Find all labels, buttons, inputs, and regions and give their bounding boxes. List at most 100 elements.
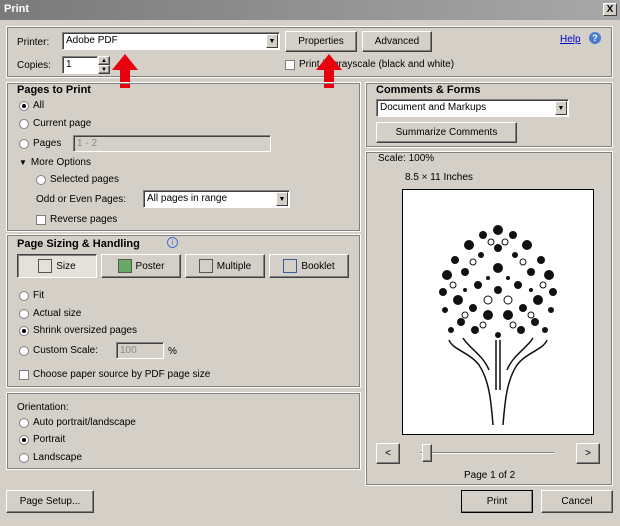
advanced-button[interactable]: Advanced xyxy=(362,31,432,52)
custom-scale-input[interactable]: 100 xyxy=(116,342,164,359)
chevron-down-icon[interactable]: ▼ xyxy=(555,101,567,115)
booklet-label: Booklet xyxy=(301,260,335,272)
selected-pages-option[interactable]: Selected pages xyxy=(36,174,119,185)
chevron-down-icon[interactable]: ▼ xyxy=(266,34,278,48)
paper-size-label: 8.5 × 11 Inches xyxy=(405,172,473,183)
all-radio[interactable] xyxy=(19,100,29,111)
poster-label: Poster xyxy=(135,260,165,272)
size-button[interactable]: Size xyxy=(17,254,97,278)
poster-button[interactable]: Poster xyxy=(101,254,181,278)
paper-source-label: Choose paper source by PDF page size xyxy=(33,369,211,380)
auto-label: Auto portrait/landscape xyxy=(33,417,136,428)
fit-radio[interactable] xyxy=(19,290,29,301)
more-options-toggle[interactable]: ▼ More Options xyxy=(19,157,91,168)
pages-all-option[interactable]: All xyxy=(19,100,44,111)
copies-label: Copies: xyxy=(17,60,51,71)
reverse-label: Reverse pages xyxy=(50,214,118,225)
page-slider-thumb[interactable] xyxy=(422,444,432,462)
copies-input[interactable]: 1 xyxy=(62,56,98,74)
chevron-down-icon[interactable]: ▼ xyxy=(276,192,288,206)
current-label: Current page xyxy=(33,118,92,129)
reverse-checkbox[interactable] xyxy=(36,214,46,225)
custom-radio[interactable] xyxy=(19,345,29,356)
selected-label: Selected pages xyxy=(50,174,119,185)
auto-radio[interactable] xyxy=(19,417,29,428)
scale-label: Scale: 100% xyxy=(378,153,435,164)
printer-select[interactable]: Adobe PDF ▼ xyxy=(62,32,280,50)
help-link[interactable]: Help xyxy=(560,34,581,45)
size-icon xyxy=(38,259,53,273)
paper-source-option[interactable]: Choose paper source by PDF page size xyxy=(19,369,210,380)
actual-radio[interactable] xyxy=(19,308,29,319)
shrink-option[interactable]: Shrink oversized pages xyxy=(19,325,137,336)
size-label: Size xyxy=(56,260,76,272)
custom-label: Custom Scale: xyxy=(33,345,99,356)
prev-page-button[interactable]: < xyxy=(376,443,400,464)
portrait-radio[interactable] xyxy=(19,434,29,445)
odd-even-label: Odd or Even Pages: xyxy=(36,194,127,205)
portrait-option[interactable]: Portrait xyxy=(19,434,65,445)
custom-scale-value: 100 xyxy=(120,345,137,356)
multiple-icon xyxy=(198,259,213,273)
copies-down-icon[interactable]: ▼ xyxy=(98,65,110,74)
actual-size-option[interactable]: Actual size xyxy=(19,308,81,319)
page-preview xyxy=(402,189,594,435)
sizing-title: Page Sizing & Handling xyxy=(17,238,140,250)
pages-range-option[interactable]: Pages xyxy=(19,138,61,149)
pages-label: Pages xyxy=(33,138,62,149)
multiple-button[interactable]: Multiple xyxy=(185,254,265,278)
page-indicator: Page 1 of 2 xyxy=(464,470,516,481)
close-button[interactable]: X xyxy=(603,3,617,16)
current-radio[interactable] xyxy=(19,118,29,129)
actual-label: Actual size xyxy=(33,308,82,319)
grayscale-checkbox[interactable] xyxy=(285,59,295,70)
pages-range-input[interactable]: 1 - 2 xyxy=(73,135,271,152)
cancel-button[interactable]: Cancel xyxy=(541,490,613,513)
page-setup-button[interactable]: Page Setup... xyxy=(6,490,94,513)
booklet-button[interactable]: Booklet xyxy=(269,254,349,278)
comments-value: Document and Markups xyxy=(380,102,487,113)
more-options-label: More Options xyxy=(30,157,91,168)
poster-icon xyxy=(117,259,132,273)
triangle-down-icon: ▼ xyxy=(19,158,27,167)
portrait-label: Portrait xyxy=(33,434,66,445)
selected-radio[interactable] xyxy=(36,174,46,185)
booklet-icon xyxy=(283,259,298,273)
pages-title: Pages to Print xyxy=(17,84,91,96)
odd-even-select[interactable]: All pages in range ▼ xyxy=(143,190,290,208)
comments-title: Comments & Forms xyxy=(376,84,481,96)
fit-label: Fit xyxy=(33,290,45,301)
copies-value: 1 xyxy=(66,59,72,70)
printer-value: Adobe PDF xyxy=(66,35,118,46)
printer-label: Printer: xyxy=(17,37,50,48)
shrink-radio[interactable] xyxy=(19,325,29,336)
auto-orientation-option[interactable]: Auto portrait/landscape xyxy=(19,417,136,428)
all-label: All xyxy=(33,100,45,111)
properties-button[interactable]: Properties xyxy=(285,31,357,52)
orientation-title: Orientation: xyxy=(17,402,69,413)
pages-range-value: 1 - 2 xyxy=(77,138,98,149)
grayscale-option[interactable]: Print in grayscale (black and white) xyxy=(285,59,454,70)
next-page-button[interactable]: > xyxy=(576,443,600,464)
page-slider-track[interactable] xyxy=(420,452,554,454)
pages-radio[interactable] xyxy=(19,138,29,149)
landscape-radio[interactable] xyxy=(19,452,29,463)
info-icon[interactable]: i xyxy=(167,237,178,248)
shrink-label: Shrink oversized pages xyxy=(33,325,137,336)
paper-source-checkbox[interactable] xyxy=(19,369,29,380)
help-icon[interactable]: ? xyxy=(589,32,601,44)
custom-scale-option[interactable]: Custom Scale: xyxy=(19,345,98,356)
landscape-option[interactable]: Landscape xyxy=(19,452,82,463)
percent-label: % xyxy=(168,346,177,357)
multiple-label: Multiple xyxy=(216,260,252,272)
fit-option[interactable]: Fit xyxy=(19,290,44,301)
copies-up-icon[interactable]: ▲ xyxy=(98,56,110,65)
comments-select[interactable]: Document and Markups ▼ xyxy=(376,99,569,117)
pages-current-option[interactable]: Current page xyxy=(19,118,91,129)
reverse-pages-option[interactable]: Reverse pages xyxy=(36,214,117,225)
summarize-comments-button[interactable]: Summarize Comments xyxy=(376,122,517,143)
print-button[interactable]: Print xyxy=(461,490,533,513)
landscape-label: Landscape xyxy=(33,452,82,463)
odd-even-value: All pages in range xyxy=(147,193,228,204)
window-title: Print xyxy=(4,3,30,15)
